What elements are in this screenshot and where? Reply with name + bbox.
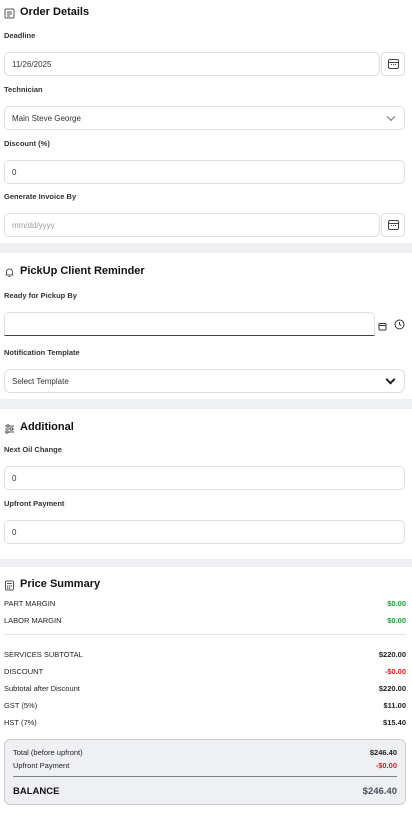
section-title: Price Summary	[20, 578, 101, 590]
balance-value: $246.40	[362, 786, 397, 797]
balance-label: BALANCE	[13, 786, 60, 797]
ready-label: Ready for Pickup By	[4, 291, 77, 300]
totals-box: Total (before upfront) $246.40 Upfront P…	[4, 739, 406, 805]
calendar-icon	[387, 220, 399, 230]
discount-row: DISCOUNT -$0.00	[4, 667, 406, 676]
labor-margin-label: LABOR MARGIN	[4, 616, 62, 625]
clock-icon[interactable]	[394, 317, 405, 335]
deadline-calendar-button[interactable]	[381, 52, 405, 76]
part-margin-value: $0.00	[387, 599, 406, 608]
gst-row: GST (5%) $11.00	[4, 701, 406, 710]
total-before-label: Total (before upfront)	[13, 748, 83, 757]
deadline-input[interactable]: 11/26/2025	[4, 52, 380, 76]
deadline-label: Deadline	[4, 31, 36, 40]
upfront-row: Upfront Payment -$0.00	[13, 761, 397, 770]
technician-label: Technician	[4, 85, 43, 94]
discount-label: Discount (%)	[4, 139, 50, 148]
upfront-label: Upfront Payment	[4, 499, 65, 508]
discount-label: DISCOUNT	[4, 667, 44, 676]
hst-value: $15.40	[383, 718, 406, 727]
invoice-label: Generate Invoice By	[4, 192, 77, 201]
divider	[13, 776, 397, 777]
after-discount-value: $220.00	[378, 684, 406, 693]
hst-label: HST (7%)	[4, 718, 37, 727]
upfront-summary-value: -$0.00	[375, 761, 397, 770]
chevron-down-icon	[385, 374, 396, 385]
discount-value: -$0.00	[384, 667, 406, 676]
labor-margin-value: $0.00	[387, 616, 406, 625]
services-subtotal-label: SERVICES SUBTOTAL	[4, 650, 83, 659]
part-margin-row: PART MARGIN $0.00	[4, 599, 406, 608]
part-margin-label: PART MARGIN	[4, 599, 56, 608]
order-details-card: Order Details Deadline 11/26/2025 Techni…	[0, 0, 412, 243]
oil-label: Next Oil Change	[4, 445, 62, 454]
total-before-row: Total (before upfront) $246.40	[13, 748, 397, 757]
bell-icon	[4, 265, 15, 283]
sliders-icon	[4, 421, 15, 439]
template-label: Notification Template	[4, 348, 80, 357]
date-icon[interactable]	[378, 318, 387, 336]
chevron-down-icon	[386, 112, 396, 122]
labor-margin-row: LABOR MARGIN $0.00	[4, 616, 406, 625]
pickup-reminder-card: PickUp Client Reminder Ready for Pickup …	[0, 253, 412, 399]
upfront-payment-input[interactable]: 0	[4, 520, 405, 544]
gst-value: $11.00	[383, 701, 406, 710]
section-title: Additional	[20, 421, 74, 433]
section-title: Order Details	[20, 6, 90, 18]
invoice-calendar-button[interactable]	[381, 213, 405, 237]
balance-row: BALANCE $246.40	[13, 786, 397, 797]
document-icon	[4, 6, 15, 24]
calculator-icon	[4, 578, 15, 596]
template-select[interactable]: Select Template	[4, 369, 405, 393]
additional-card: Additional Next Oil Change 0 Upfront Pay…	[0, 409, 412, 559]
oil-change-input[interactable]: 0	[4, 466, 405, 490]
hst-row: HST (7%) $15.40	[4, 718, 406, 727]
gst-label: GST (5%)	[4, 701, 38, 710]
section-title: PickUp Client Reminder	[20, 265, 145, 277]
upfront-summary-label: Upfront Payment	[13, 761, 70, 770]
after-discount-label: Subtotal after Discount	[4, 684, 80, 693]
invoice-date-input[interactable]: mm/dd/yyyy	[4, 213, 380, 237]
calendar-icon	[387, 59, 399, 69]
template-value: Select Template	[12, 376, 69, 386]
total-before-value: $246.40	[369, 748, 397, 757]
after-discount-row: Subtotal after Discount $220.00	[4, 684, 406, 693]
ready-datetime-input[interactable]	[4, 312, 375, 336]
technician-value: Main Steve George	[12, 113, 81, 123]
services-subtotal-row: SERVICES SUBTOTAL $220.00	[4, 650, 406, 659]
services-subtotal-value: $220.00	[378, 650, 406, 659]
technician-select[interactable]: Main Steve George	[4, 106, 405, 130]
divider	[4, 634, 406, 635]
discount-input[interactable]: 0	[4, 160, 405, 184]
price-summary-card: Price Summary PART MARGIN $0.00 LABOR MA…	[0, 567, 412, 817]
